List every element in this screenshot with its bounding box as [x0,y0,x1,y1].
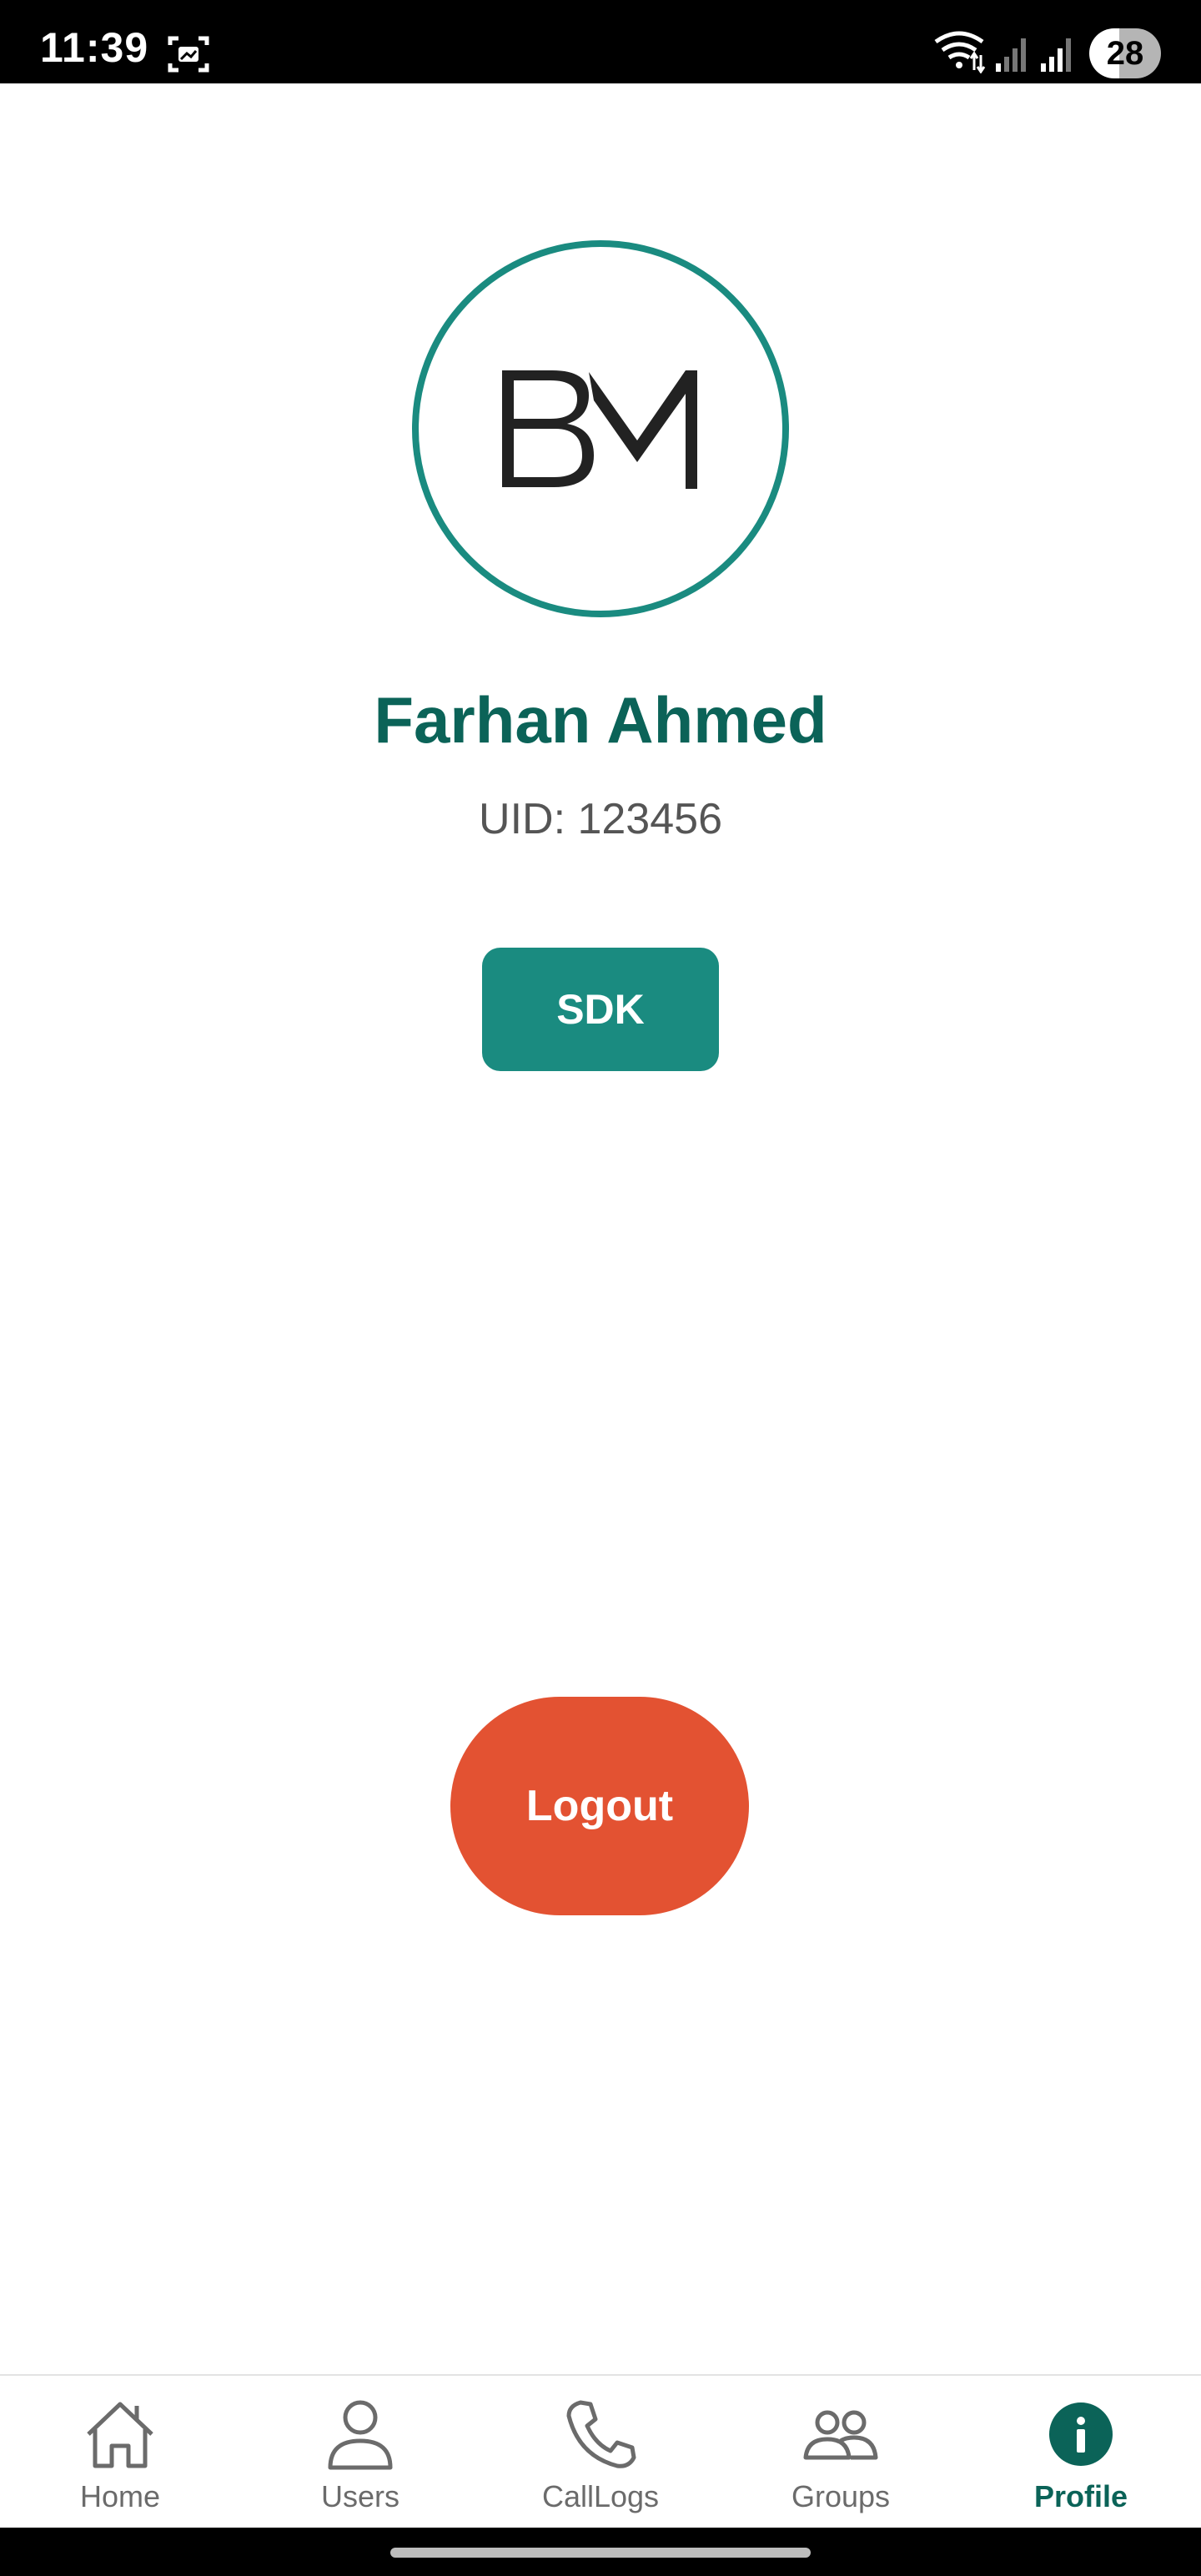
nav-item-calllogs[interactable]: CallLogs [480,2376,721,2529]
nav-item-home[interactable]: Home [0,2376,240,2529]
home-icon [87,2402,153,2468]
sdk-button[interactable]: SDK [482,948,719,1071]
status-bar: 11:39 28 [0,0,1201,83]
nav-label-users: Users [320,2479,399,2513]
nav-label-calllogs: CallLogs [541,2479,660,2513]
screenshot-icon [168,36,209,73]
home-indicator[interactable] [390,2548,811,2558]
bm-logo [502,370,697,489]
nav-label-groups: Groups [791,2479,891,2513]
battery-level: 28 [1106,35,1144,72]
nav-label-profile: Profile [1033,2479,1128,2513]
info-icon [1049,2402,1113,2466]
user-name: Farhan Ahmed [374,683,827,757]
logout-button[interactable]: Logout [450,1697,749,1915]
user-icon [328,2400,393,2470]
wifi-icon [934,31,986,73]
nav-item-users[interactable]: Users [240,2376,480,2529]
user-uid: UID: 123456 [479,795,722,843]
phone-icon [566,2400,636,2468]
battery-icon: 28 [1089,28,1161,78]
signal-icon [1041,38,1071,72]
status-time: 11:39 [40,24,149,71]
system-navigation-bar [0,2528,1201,2576]
nav-label-home: Home [79,2479,161,2513]
bottom-navigation: Home Users CallLogs Groups Profile [0,2374,1201,2528]
groups-icon [803,2410,878,2460]
nav-item-groups[interactable]: Groups [721,2376,961,2529]
signal-icon [996,38,1026,72]
nav-item-profile[interactable]: Profile [961,2376,1201,2529]
avatar [412,240,789,617]
